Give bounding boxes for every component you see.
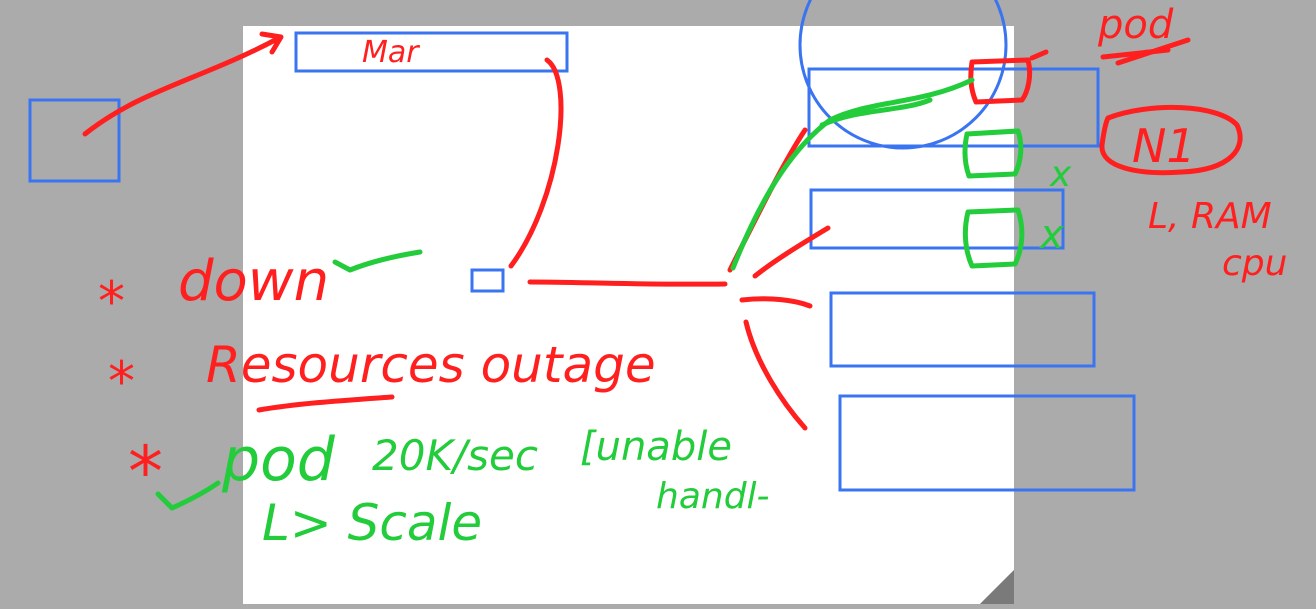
bullet-star-1: * (98, 270, 125, 333)
pod-checkmark (155, 480, 221, 511)
note-handle: handl- (656, 476, 770, 517)
bullet-star-3: * (128, 431, 163, 513)
note-pod: pod (221, 425, 336, 495)
note-rate: 20K/sec (372, 431, 538, 480)
note-down: down (178, 249, 329, 314)
cross-mark-1: x (1049, 154, 1072, 195)
top-box-label: Mar (362, 35, 420, 70)
note-unable: [unable (580, 424, 732, 470)
line-lb-to-nodes (527, 279, 728, 287)
bullet-star-2: * (108, 350, 135, 413)
node-label: N1 (1132, 119, 1196, 173)
node-resources-label: L, RAM (1148, 196, 1272, 237)
pod-top-label: pod (1097, 2, 1174, 48)
node-cpu-label: cpu (1222, 243, 1287, 284)
pod-pointer (1029, 49, 1049, 61)
note-scale: L> Scale (262, 494, 482, 552)
whiteboard-canvas: Mar pod N1 L, RAM cpu * down * Resources… (28, 0, 1287, 604)
note-resources-outage: Resources outage (206, 336, 656, 394)
cross-mark-2: x (1038, 212, 1064, 258)
left-client-box (28, 98, 121, 183)
